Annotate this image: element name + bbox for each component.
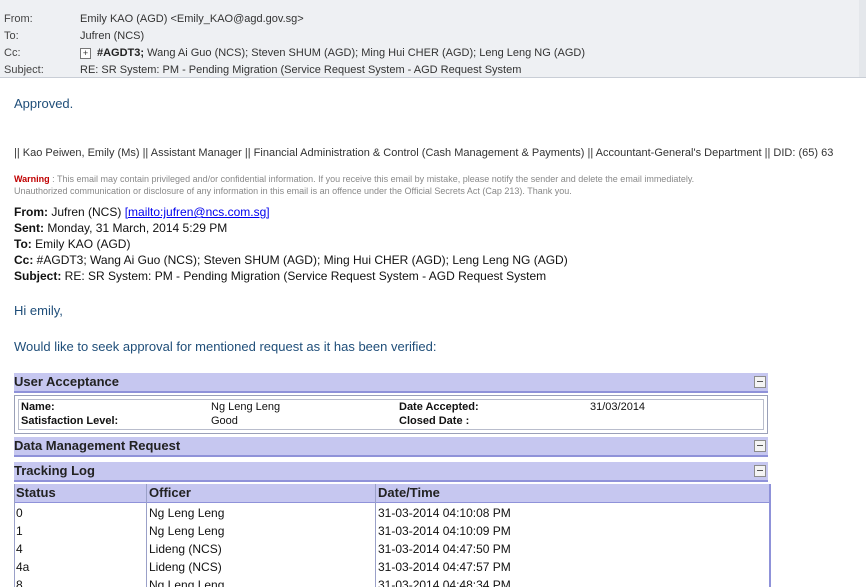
cell-status: 8	[16, 578, 23, 587]
header-from-value[interactable]: Emily KAO (AGD) <Emily_KAO@agd.gov.sg>	[80, 11, 304, 27]
ua-satisfaction-label: Satisfaction Level:	[21, 415, 119, 427]
ua-name-label: Name:	[21, 401, 55, 413]
table-row: 4 Lideng (NCS) 31-03-2014 04:47:50 PM	[15, 540, 769, 559]
cell-officer: Ng Leng Leng	[149, 506, 225, 520]
section-tracking-log-header: Tracking Log	[14, 462, 768, 482]
email-header: From: Emily KAO (AGD) <Emily_KAO@agd.gov…	[0, 0, 866, 78]
fwd-to-row: To: Emily KAO (AGD)	[14, 236, 130, 252]
ua-name-value: Ng Leng Leng	[211, 401, 281, 413]
cell-status: 4a	[16, 560, 30, 574]
fwd-from-row: From: Jufren (NCS) [mailto:jufren@ncs.co…	[14, 204, 270, 220]
fwd-sent-label: Sent:	[14, 221, 44, 235]
header-scrollbar[interactable]	[859, 0, 866, 77]
fwd-subject-value: RE: SR System: PM - Pending Migration (S…	[61, 269, 547, 283]
cc-group-name[interactable]: #AGDT3;	[97, 47, 144, 59]
fwd-to-label: To:	[14, 237, 32, 251]
cell-datetime: 31-03-2014 04:10:08 PM	[378, 506, 511, 520]
user-acceptance-panel: Name: Ng Leng Leng Date Accepted: 31/03/…	[14, 395, 768, 434]
fwd-from-label: From:	[14, 205, 48, 219]
ua-satisfaction-value: Good	[211, 415, 238, 427]
ua-closed-date-label: Closed Date :	[399, 415, 470, 427]
fwd-subject-label: Subject:	[14, 269, 62, 283]
signature-line: || Kao Peiwen, Emily (Ms) || Assistant M…	[14, 147, 834, 159]
user-acceptance-inner: Name: Ng Leng Leng Date Accepted: 31/03/…	[18, 399, 764, 430]
col-officer-header[interactable]: Officer	[149, 485, 191, 500]
header-from-label: From:	[4, 13, 33, 25]
request-text: Would like to seek approval for mentione…	[14, 339, 437, 354]
ua-date-accepted-label: Date Accepted:	[399, 401, 479, 413]
tracking-log-header-row: Status Officer Date/Time	[15, 484, 769, 503]
table-row: 0 Ng Leng Leng 31-03-2014 04:10:08 PM	[15, 504, 769, 523]
cell-status: 4	[16, 542, 23, 556]
cell-officer: Lideng (NCS)	[149, 560, 222, 574]
cell-officer: Lideng (NCS)	[149, 542, 222, 556]
tracking-log-table: Status Officer Date/Time 0 Ng Leng Leng …	[14, 484, 771, 587]
fwd-to-value: Emily KAO (AGD)	[31, 237, 131, 251]
ua-date-accepted-value: 31/03/2014	[590, 401, 646, 413]
header-to-label: To:	[4, 30, 19, 42]
collapse-icon[interactable]	[754, 376, 766, 388]
cell-officer: Ng Leng Leng	[149, 578, 225, 587]
cell-status: 1	[16, 524, 23, 538]
warning-disclaimer: Warning : This email may contain privile…	[14, 173, 694, 197]
cell-datetime: 31-03-2014 04:47:50 PM	[378, 542, 511, 556]
fwd-cc-row: Cc: #AGDT3; Wang Ai Guo (NCS); Steven SH…	[14, 252, 568, 268]
warning-label: Warning	[14, 174, 50, 184]
reply-approved-text: Approved.	[14, 96, 74, 111]
header-cc-label: Cc:	[4, 47, 21, 59]
table-row: 4a Lideng (NCS) 31-03-2014 04:47:57 PM	[15, 558, 769, 577]
section-tracking-log-title: Tracking Log	[14, 463, 95, 478]
section-user-acceptance-title: User Acceptance	[14, 374, 120, 389]
fwd-from-value: Jufren (NCS)	[48, 205, 125, 219]
warning-line1: : This email may contain privileged and/…	[49, 174, 695, 184]
header-cc-value: + #AGDT3; Wang Ai Guo (NCS); Steven SHUM …	[80, 45, 585, 61]
fwd-sent-row: Sent: Monday, 31 March, 2014 5:29 PM	[14, 220, 227, 236]
section-data-management-title: Data Management Request	[14, 438, 181, 453]
cell-datetime: 31-03-2014 04:48:34 PM	[378, 578, 511, 587]
column-divider	[375, 484, 376, 587]
section-user-acceptance-header: User Acceptance	[14, 373, 768, 393]
fwd-mailto-link[interactable]: [mailto:jufren@ncs.com.sg]	[125, 205, 270, 219]
greeting-text: Hi emily,	[14, 303, 63, 318]
cell-officer: Ng Leng Leng	[149, 524, 225, 538]
cell-status: 0	[16, 506, 23, 520]
header-subject-value: RE: SR System: PM - Pending Migration (S…	[80, 64, 522, 76]
cc-recipients[interactable]: Wang Ai Guo (NCS); Steven SHUM (AGD); Mi…	[144, 47, 585, 59]
header-to-value[interactable]: Jufren (NCS)	[80, 28, 144, 44]
warning-line2: Unauthorized communication or disclosure…	[14, 186, 572, 196]
fwd-cc-value: #AGDT3; Wang Ai Guo (NCS); Steven SHUM (…	[33, 253, 568, 267]
col-status-header[interactable]: Status	[16, 485, 56, 500]
table-row: 1 Ng Leng Leng 31-03-2014 04:10:09 PM	[15, 522, 769, 541]
header-subject-label: Subject:	[4, 64, 44, 76]
col-datetime-header[interactable]: Date/Time	[378, 485, 440, 500]
column-divider	[146, 484, 147, 587]
cell-datetime: 31-03-2014 04:10:09 PM	[378, 524, 511, 538]
collapse-icon[interactable]	[754, 465, 766, 477]
collapse-icon[interactable]	[754, 440, 766, 452]
fwd-subject-row: Subject: RE: SR System: PM - Pending Mig…	[14, 268, 546, 284]
section-data-management-header: Data Management Request	[14, 437, 768, 457]
table-row: 8 Ng Leng Leng 31-03-2014 04:48:34 PM	[15, 576, 769, 587]
fwd-cc-label: Cc:	[14, 253, 34, 267]
expand-group-icon[interactable]: +	[80, 47, 91, 59]
fwd-sent-value: Monday, 31 March, 2014 5:29 PM	[44, 221, 228, 235]
cell-datetime: 31-03-2014 04:47:57 PM	[378, 560, 511, 574]
